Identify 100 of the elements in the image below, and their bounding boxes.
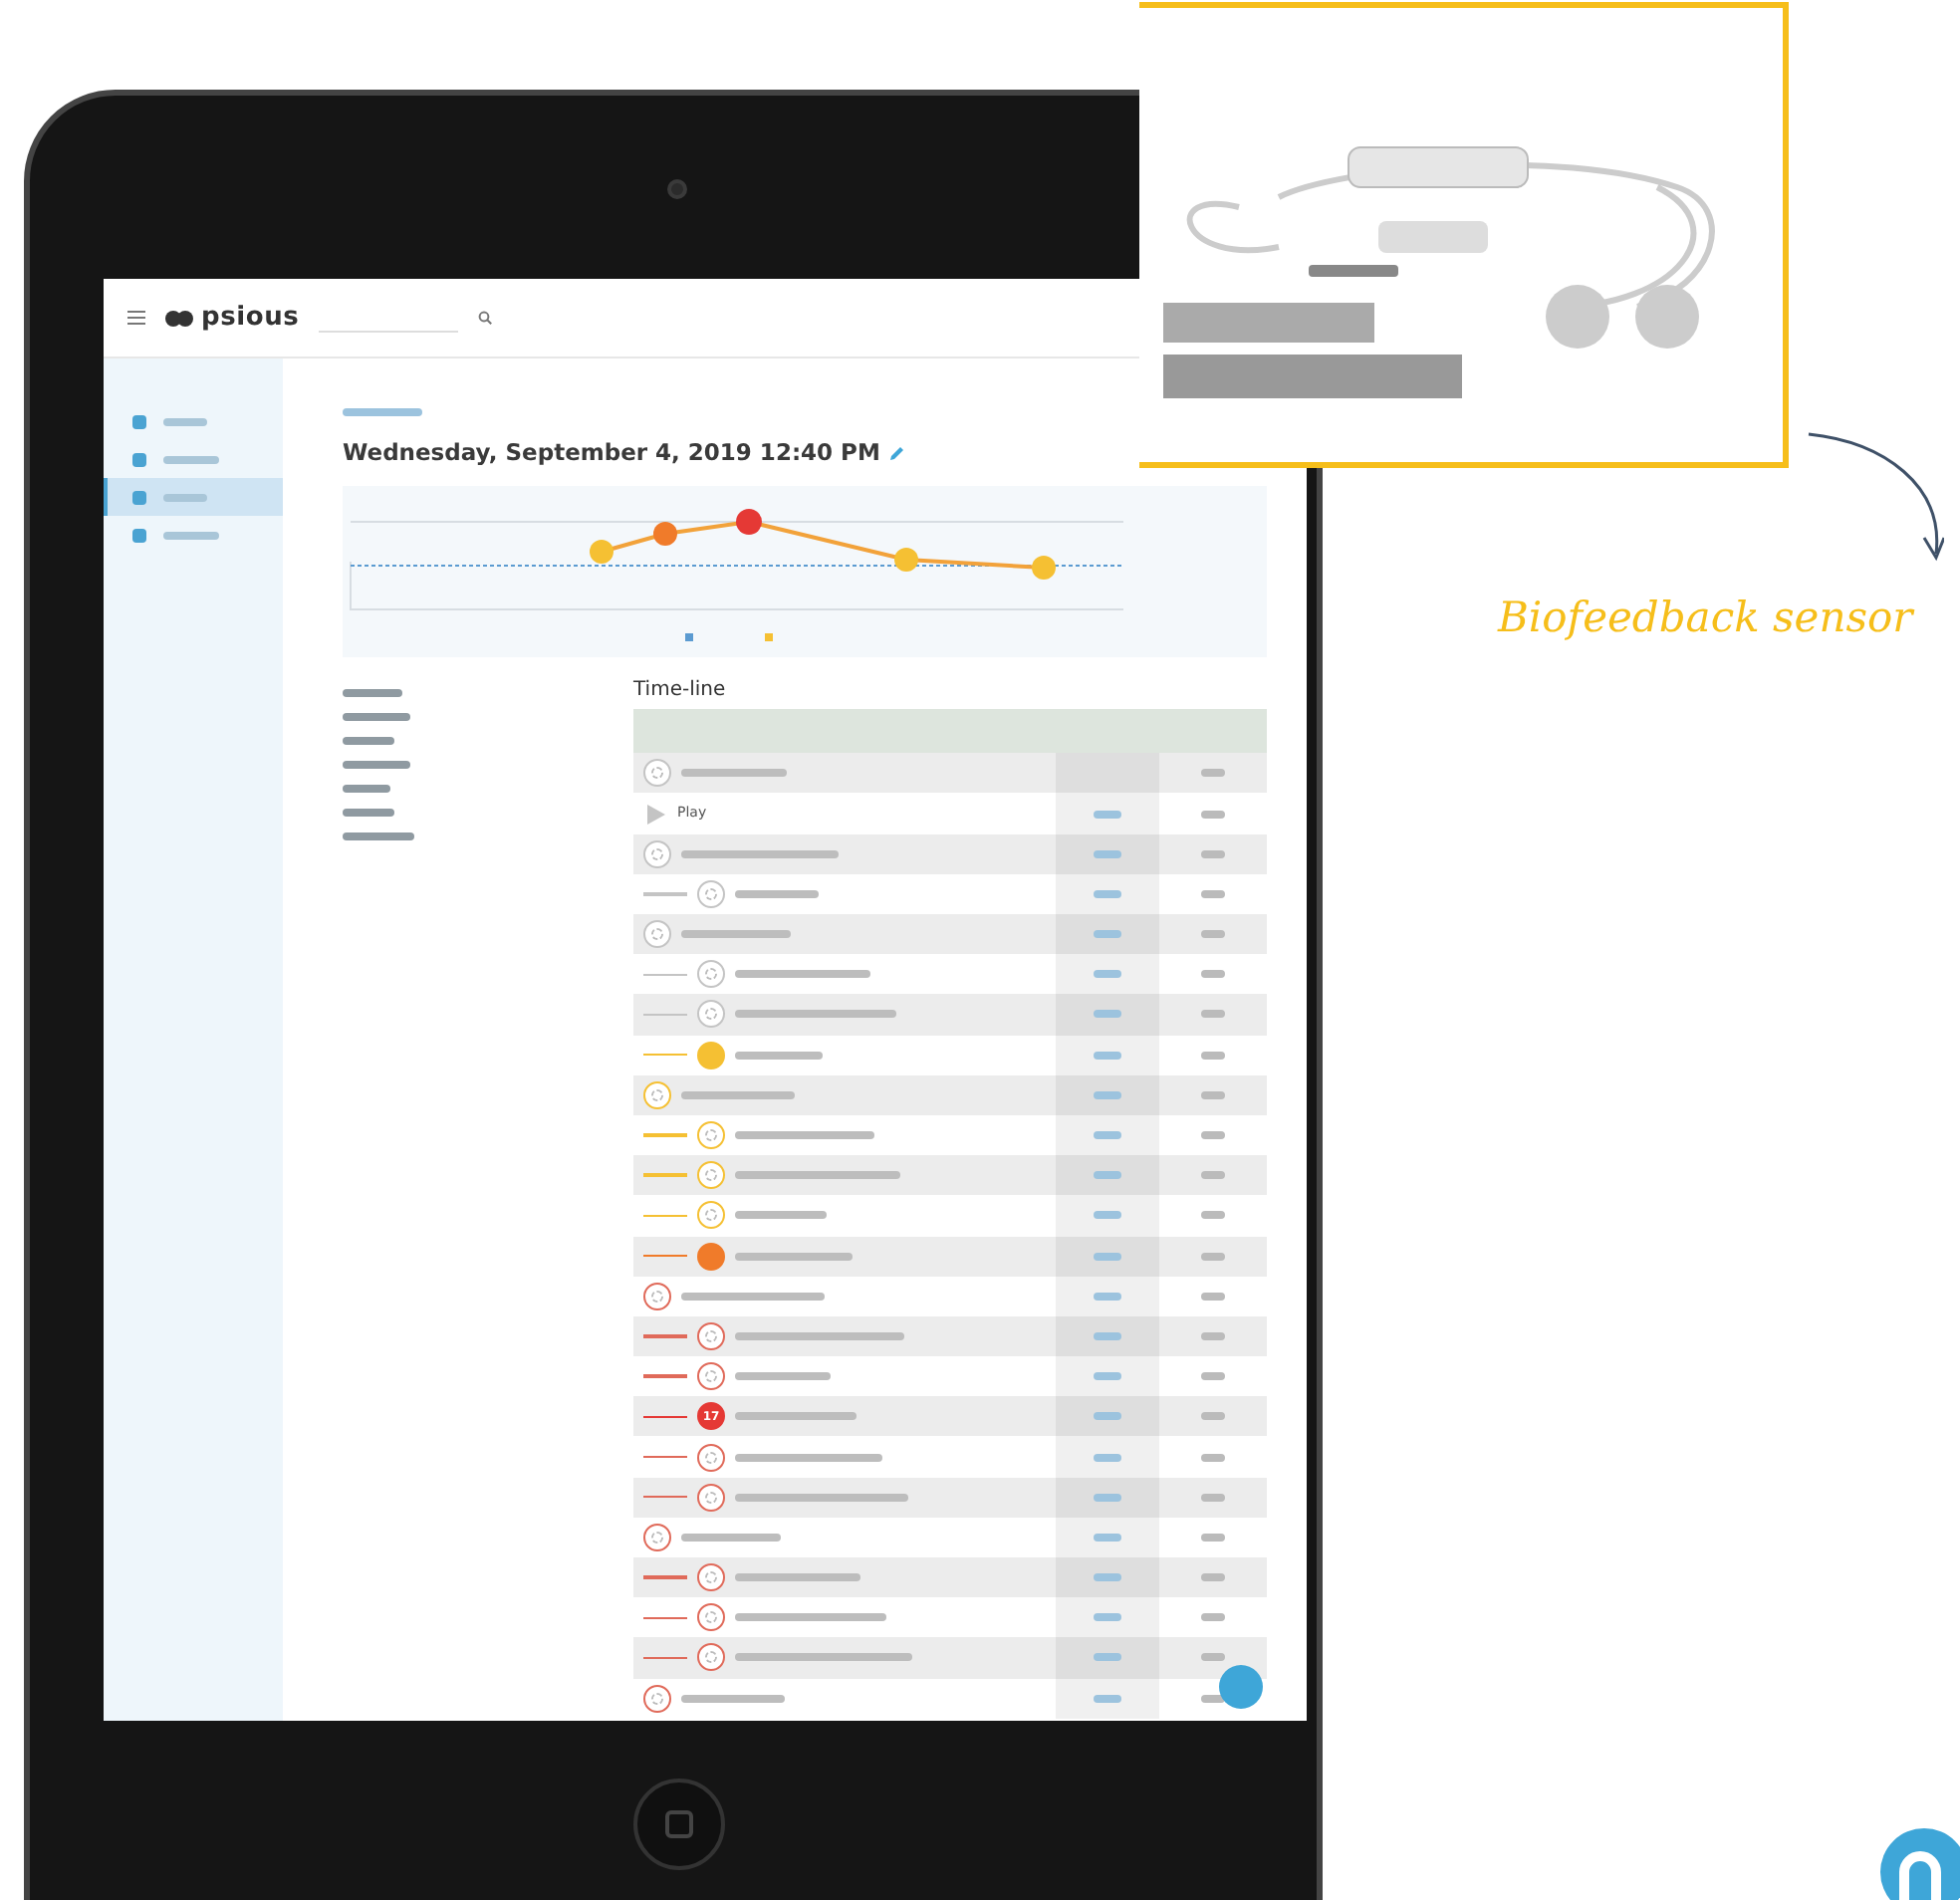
blurred-text-drawing: [681, 930, 791, 939]
blurred-text-drawing: [1094, 1090, 1121, 1099]
search-icon[interactable]: [478, 311, 493, 325]
blurred-text-drawing: [1094, 1010, 1121, 1019]
blurred-text-drawing: [735, 1372, 831, 1381]
connector-line: [643, 1214, 687, 1218]
blurred-text-drawing: [1201, 1211, 1225, 1220]
connector-line: [643, 1455, 687, 1459]
blurred-text-drawing: [681, 1090, 795, 1099]
legend-swatch-icon: [765, 633, 773, 642]
blurred-text-drawing: [1094, 1211, 1121, 1220]
sidebar-item[interactable]: [104, 478, 283, 516]
blurred-text-drawing: [1201, 1453, 1225, 1462]
blurred-text-drawing: [735, 970, 870, 979]
blurred-text-drawing: [1201, 1171, 1225, 1180]
connector-line: [643, 1053, 687, 1057]
blurred-text-drawing: [1201, 1573, 1225, 1582]
blurred-text-drawing: [1201, 930, 1225, 939]
table-cell: [1056, 753, 1159, 794]
blurred-text-drawing: [681, 1533, 781, 1542]
blurred-text-drawing: [1201, 1613, 1225, 1622]
blurred-text-drawing: [343, 832, 414, 841]
blurred-text-drawing: [1201, 769, 1225, 778]
blurred-text-drawing: [681, 769, 787, 778]
blurred-text-drawing: [1094, 889, 1121, 898]
connector-line: [643, 1415, 687, 1419]
menu-icon[interactable]: [127, 311, 145, 325]
blurred-text-drawing: [1094, 1613, 1121, 1622]
connector-line: [643, 1495, 687, 1499]
blurred-text-drawing: [1201, 1653, 1225, 1662]
blurred-text-drawing: [1201, 1090, 1225, 1099]
blurred-text-drawing: [1094, 1171, 1121, 1180]
blurred-text-drawing: [1201, 889, 1225, 898]
blurred-text-drawing: [343, 761, 410, 770]
blurred-text-drawing: [163, 531, 219, 539]
logo-text: psious: [201, 300, 300, 337]
connector-line: [643, 1334, 687, 1338]
nav-icon: [131, 413, 147, 429]
blurred-text-drawing: [1201, 1252, 1225, 1261]
blurred-text-drawing: [735, 1252, 853, 1261]
blurred-text-drawing: [1201, 1331, 1225, 1340]
blurred-text-drawing: [163, 493, 207, 501]
blurred-text-drawing: [1094, 1131, 1121, 1140]
blurred-text-drawing: [681, 1292, 825, 1301]
blurred-text-drawing: [1094, 1252, 1121, 1261]
connector-line: [643, 892, 687, 896]
blurred-text-drawing: [735, 1131, 874, 1140]
blurred-text-drawing: [343, 713, 410, 722]
blurred-text-drawing: [735, 1211, 827, 1220]
blurred-text-drawing: [343, 689, 402, 698]
logo-icon: [165, 310, 193, 326]
connector-line: [643, 1656, 687, 1660]
page-title: Wednesday, September 4, 2019 12:40 PM: [343, 436, 880, 470]
blurred-text-drawing: [1094, 849, 1121, 858]
blurred-text-drawing: [735, 1412, 857, 1421]
blurred-text-drawing: [1094, 1533, 1121, 1542]
blurred-text-drawing: [1201, 1131, 1225, 1140]
blurred-text-drawing: [1094, 1051, 1121, 1060]
connector-line: [643, 1374, 687, 1378]
blurred-text-drawing: [1201, 810, 1225, 819]
legend-swatch-icon: [685, 633, 693, 642]
blurred-text-drawing: [1201, 1694, 1225, 1703]
blurred-text-drawing: [1094, 1292, 1121, 1301]
blurred-text-drawing: [1201, 1493, 1225, 1502]
blurred-text-drawing: [1094, 1331, 1121, 1340]
blurred-text-drawing: [1094, 970, 1121, 979]
blurred-text-drawing: [1094, 930, 1121, 939]
blurred-text-drawing: [163, 417, 207, 425]
blurred-text-drawing: [735, 889, 819, 898]
nav-icon: [131, 489, 147, 505]
blurred-text-drawing: [1201, 970, 1225, 979]
blurred-text-drawing: [1094, 1372, 1121, 1381]
blurred-text-drawing: [681, 1694, 785, 1703]
connector-line: [643, 1254, 687, 1258]
connector-line: [643, 1133, 687, 1137]
blurred-text-drawing: [1094, 1493, 1121, 1502]
pencil-icon[interactable]: [887, 445, 904, 462]
blurred-text-drawing: [1094, 1694, 1121, 1703]
blurred-text-drawing: [1201, 1533, 1225, 1542]
nav-icon: [131, 451, 147, 467]
nav-icon: [131, 527, 147, 543]
blurred-text-drawing: [735, 1051, 823, 1060]
connector-line: [643, 1575, 687, 1579]
timeline-title: Time-line: [633, 676, 726, 705]
home-button[interactable]: [633, 1779, 725, 1870]
blurred-text-drawing: [343, 809, 394, 818]
blurred-text-drawing: [1094, 1653, 1121, 1662]
blurred-text-drawing: [1201, 1292, 1225, 1301]
blurred-text-drawing: [735, 1573, 860, 1582]
blurred-text-drawing: [343, 737, 394, 746]
blurred-text-drawing: [1094, 810, 1121, 819]
blurred-text-drawing: [1094, 1453, 1121, 1462]
blurred-text-drawing: [343, 408, 422, 416]
blurred-text-drawing: [1201, 1051, 1225, 1060]
connector-line: [643, 1173, 687, 1177]
connector-line: [643, 1616, 687, 1620]
connector-line: [643, 973, 687, 977]
blurred-text-drawing: [1201, 1412, 1225, 1421]
connector-line: [643, 1013, 687, 1017]
camera-icon: [667, 179, 687, 199]
